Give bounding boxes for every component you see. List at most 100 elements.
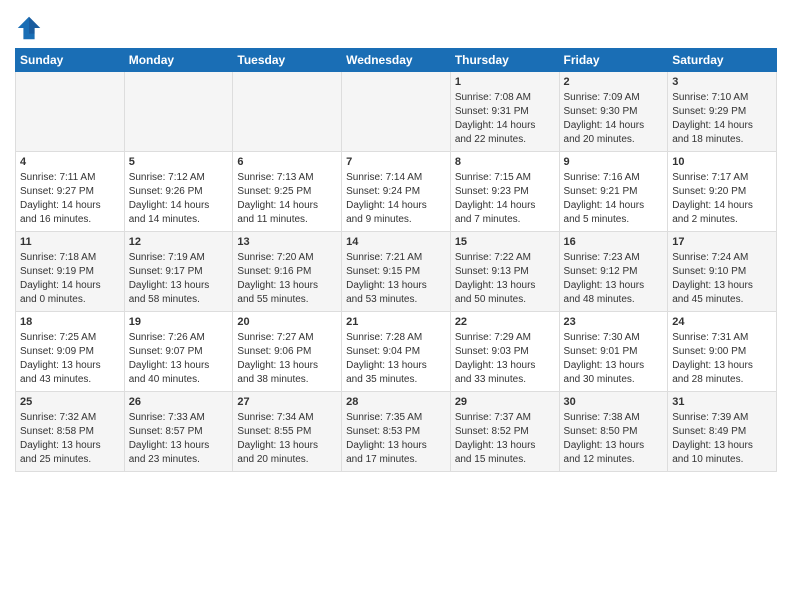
calendar-cell: 27Sunrise: 7:34 AM Sunset: 8:55 PM Dayli… xyxy=(233,392,342,472)
day-number: 9 xyxy=(564,155,664,170)
day-info: Sunrise: 7:34 AM Sunset: 8:55 PM Dayligh… xyxy=(237,411,337,467)
day-number: 23 xyxy=(564,315,664,330)
day-number: 3 xyxy=(672,75,772,90)
day-info: Sunrise: 7:12 AM Sunset: 9:26 PM Dayligh… xyxy=(129,171,229,227)
calendar-cell: 10Sunrise: 7:17 AM Sunset: 9:20 PM Dayli… xyxy=(668,152,777,232)
calendar-week-row: 18Sunrise: 7:25 AM Sunset: 9:09 PM Dayli… xyxy=(16,312,777,392)
calendar-cell: 28Sunrise: 7:35 AM Sunset: 8:53 PM Dayli… xyxy=(342,392,451,472)
calendar-cell: 17Sunrise: 7:24 AM Sunset: 9:10 PM Dayli… xyxy=(668,232,777,312)
calendar-week-row: 1Sunrise: 7:08 AM Sunset: 9:31 PM Daylig… xyxy=(16,72,777,152)
column-header-thursday: Thursday xyxy=(450,49,559,72)
calendar-cell: 7Sunrise: 7:14 AM Sunset: 9:24 PM Daylig… xyxy=(342,152,451,232)
day-number: 27 xyxy=(237,395,337,410)
calendar-cell: 19Sunrise: 7:26 AM Sunset: 9:07 PM Dayli… xyxy=(124,312,233,392)
calendar-cell xyxy=(342,72,451,152)
day-info: Sunrise: 7:19 AM Sunset: 9:17 PM Dayligh… xyxy=(129,251,229,307)
day-info: Sunrise: 7:33 AM Sunset: 8:57 PM Dayligh… xyxy=(129,411,229,467)
day-number: 2 xyxy=(564,75,664,90)
day-number: 14 xyxy=(346,235,446,250)
day-number: 18 xyxy=(20,315,120,330)
day-info: Sunrise: 7:18 AM Sunset: 9:19 PM Dayligh… xyxy=(20,251,120,307)
day-info: Sunrise: 7:15 AM Sunset: 9:23 PM Dayligh… xyxy=(455,171,555,227)
day-info: Sunrise: 7:14 AM Sunset: 9:24 PM Dayligh… xyxy=(346,171,446,227)
calendar-cell: 9Sunrise: 7:16 AM Sunset: 9:21 PM Daylig… xyxy=(559,152,668,232)
day-number: 29 xyxy=(455,395,555,410)
calendar-cell: 31Sunrise: 7:39 AM Sunset: 8:49 PM Dayli… xyxy=(668,392,777,472)
day-number: 4 xyxy=(20,155,120,170)
day-number: 24 xyxy=(672,315,772,330)
day-info: Sunrise: 7:37 AM Sunset: 8:52 PM Dayligh… xyxy=(455,411,555,467)
logo-icon xyxy=(15,14,43,42)
calendar-header-row: SundayMondayTuesdayWednesdayThursdayFrid… xyxy=(16,49,777,72)
calendar-cell: 12Sunrise: 7:19 AM Sunset: 9:17 PM Dayli… xyxy=(124,232,233,312)
day-info: Sunrise: 7:13 AM Sunset: 9:25 PM Dayligh… xyxy=(237,171,337,227)
calendar-week-row: 4Sunrise: 7:11 AM Sunset: 9:27 PM Daylig… xyxy=(16,152,777,232)
calendar-cell: 6Sunrise: 7:13 AM Sunset: 9:25 PM Daylig… xyxy=(233,152,342,232)
day-number: 12 xyxy=(129,235,229,250)
day-info: Sunrise: 7:27 AM Sunset: 9:06 PM Dayligh… xyxy=(237,331,337,387)
day-info: Sunrise: 7:23 AM Sunset: 9:12 PM Dayligh… xyxy=(564,251,664,307)
column-header-saturday: Saturday xyxy=(668,49,777,72)
calendar-cell: 26Sunrise: 7:33 AM Sunset: 8:57 PM Dayli… xyxy=(124,392,233,472)
calendar-cell: 30Sunrise: 7:38 AM Sunset: 8:50 PM Dayli… xyxy=(559,392,668,472)
calendar-cell: 15Sunrise: 7:22 AM Sunset: 9:13 PM Dayli… xyxy=(450,232,559,312)
column-header-sunday: Sunday xyxy=(16,49,125,72)
calendar-cell: 2Sunrise: 7:09 AM Sunset: 9:30 PM Daylig… xyxy=(559,72,668,152)
day-info: Sunrise: 7:22 AM Sunset: 9:13 PM Dayligh… xyxy=(455,251,555,307)
column-header-wednesday: Wednesday xyxy=(342,49,451,72)
day-info: Sunrise: 7:16 AM Sunset: 9:21 PM Dayligh… xyxy=(564,171,664,227)
header-area xyxy=(15,10,777,42)
calendar-cell: 4Sunrise: 7:11 AM Sunset: 9:27 PM Daylig… xyxy=(16,152,125,232)
day-number: 21 xyxy=(346,315,446,330)
calendar-cell xyxy=(233,72,342,152)
calendar-cell: 24Sunrise: 7:31 AM Sunset: 9:00 PM Dayli… xyxy=(668,312,777,392)
day-number: 30 xyxy=(564,395,664,410)
day-number: 22 xyxy=(455,315,555,330)
day-info: Sunrise: 7:17 AM Sunset: 9:20 PM Dayligh… xyxy=(672,171,772,227)
day-info: Sunrise: 7:38 AM Sunset: 8:50 PM Dayligh… xyxy=(564,411,664,467)
day-number: 5 xyxy=(129,155,229,170)
calendar-cell: 8Sunrise: 7:15 AM Sunset: 9:23 PM Daylig… xyxy=(450,152,559,232)
calendar-cell: 13Sunrise: 7:20 AM Sunset: 9:16 PM Dayli… xyxy=(233,232,342,312)
calendar-cell: 3Sunrise: 7:10 AM Sunset: 9:29 PM Daylig… xyxy=(668,72,777,152)
day-number: 10 xyxy=(672,155,772,170)
day-number: 26 xyxy=(129,395,229,410)
day-info: Sunrise: 7:29 AM Sunset: 9:03 PM Dayligh… xyxy=(455,331,555,387)
day-info: Sunrise: 7:24 AM Sunset: 9:10 PM Dayligh… xyxy=(672,251,772,307)
column-header-monday: Monday xyxy=(124,49,233,72)
day-info: Sunrise: 7:39 AM Sunset: 8:49 PM Dayligh… xyxy=(672,411,772,467)
day-info: Sunrise: 7:31 AM Sunset: 9:00 PM Dayligh… xyxy=(672,331,772,387)
calendar-cell: 5Sunrise: 7:12 AM Sunset: 9:26 PM Daylig… xyxy=(124,152,233,232)
day-info: Sunrise: 7:35 AM Sunset: 8:53 PM Dayligh… xyxy=(346,411,446,467)
main-container: SundayMondayTuesdayWednesdayThursdayFrid… xyxy=(0,0,792,480)
calendar-cell xyxy=(124,72,233,152)
day-number: 25 xyxy=(20,395,120,410)
day-number: 6 xyxy=(237,155,337,170)
day-info: Sunrise: 7:11 AM Sunset: 9:27 PM Dayligh… xyxy=(20,171,120,227)
day-number: 11 xyxy=(20,235,120,250)
day-number: 31 xyxy=(672,395,772,410)
day-number: 16 xyxy=(564,235,664,250)
day-info: Sunrise: 7:26 AM Sunset: 9:07 PM Dayligh… xyxy=(129,331,229,387)
day-number: 8 xyxy=(455,155,555,170)
calendar-cell: 18Sunrise: 7:25 AM Sunset: 9:09 PM Dayli… xyxy=(16,312,125,392)
day-number: 20 xyxy=(237,315,337,330)
calendar-table: SundayMondayTuesdayWednesdayThursdayFrid… xyxy=(15,48,777,472)
day-number: 13 xyxy=(237,235,337,250)
calendar-cell: 14Sunrise: 7:21 AM Sunset: 9:15 PM Dayli… xyxy=(342,232,451,312)
day-info: Sunrise: 7:10 AM Sunset: 9:29 PM Dayligh… xyxy=(672,91,772,147)
day-info: Sunrise: 7:28 AM Sunset: 9:04 PM Dayligh… xyxy=(346,331,446,387)
logo xyxy=(15,14,45,42)
calendar-cell: 1Sunrise: 7:08 AM Sunset: 9:31 PM Daylig… xyxy=(450,72,559,152)
column-header-tuesday: Tuesday xyxy=(233,49,342,72)
calendar-cell: 11Sunrise: 7:18 AM Sunset: 9:19 PM Dayli… xyxy=(16,232,125,312)
day-number: 15 xyxy=(455,235,555,250)
day-number: 19 xyxy=(129,315,229,330)
column-header-friday: Friday xyxy=(559,49,668,72)
calendar-week-row: 25Sunrise: 7:32 AM Sunset: 8:58 PM Dayli… xyxy=(16,392,777,472)
day-info: Sunrise: 7:09 AM Sunset: 9:30 PM Dayligh… xyxy=(564,91,664,147)
day-info: Sunrise: 7:08 AM Sunset: 9:31 PM Dayligh… xyxy=(455,91,555,147)
calendar-cell: 20Sunrise: 7:27 AM Sunset: 9:06 PM Dayli… xyxy=(233,312,342,392)
calendar-cell: 21Sunrise: 7:28 AM Sunset: 9:04 PM Dayli… xyxy=(342,312,451,392)
day-number: 1 xyxy=(455,75,555,90)
